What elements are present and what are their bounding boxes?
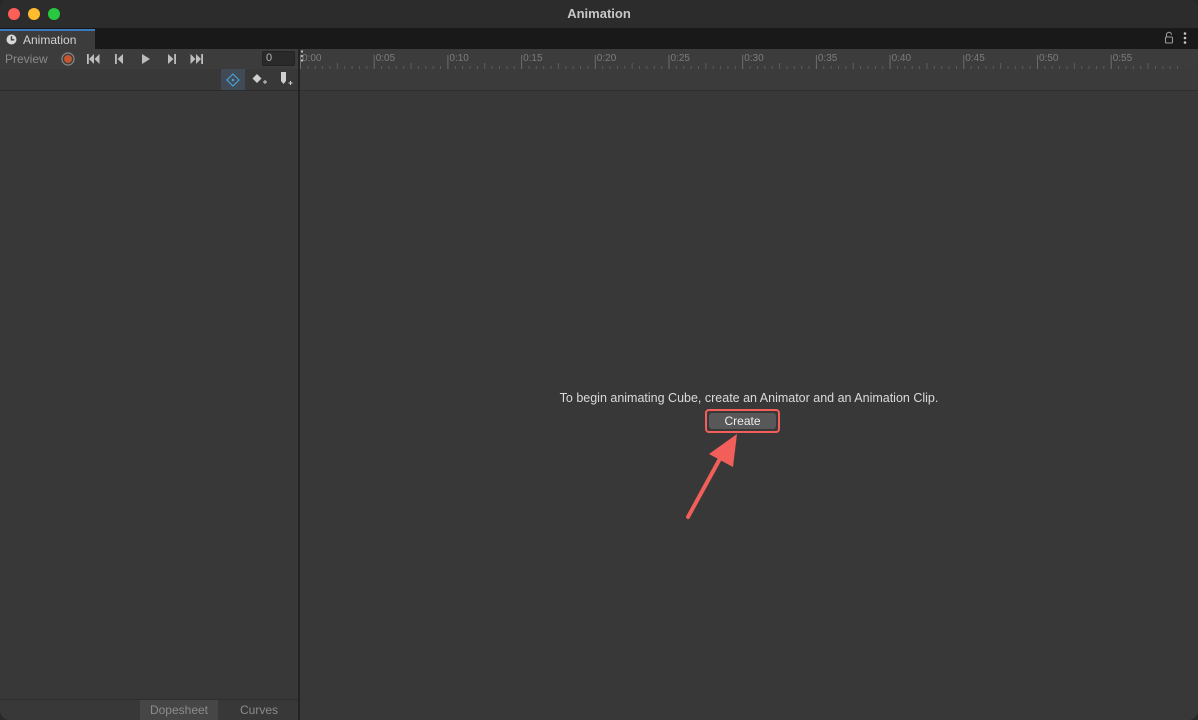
- last-keyframe-icon: [190, 54, 203, 64]
- title-bar: Animation: [0, 0, 1198, 28]
- tab-label: Animation: [23, 33, 77, 47]
- filter-by-selection-button[interactable]: [221, 69, 245, 90]
- record-icon: [61, 52, 75, 66]
- event-lane[interactable]: [300, 69, 1198, 91]
- add-event-button[interactable]: [274, 69, 298, 90]
- hierarchy-pane: Preview 0 Dopesheet Curves: [0, 49, 298, 720]
- ruler-tick-label: 0:35: [817, 53, 838, 64]
- ruler-tick-label: 0:00: [302, 53, 322, 64]
- lock-icon[interactable]: [1164, 31, 1174, 44]
- tab-bar: Animation: [0, 28, 1198, 49]
- ruler-tick-label: 0:20: [596, 53, 617, 64]
- window-title: Animation: [567, 6, 631, 21]
- add-keyframe-button[interactable]: [247, 69, 271, 90]
- ruler-tick-label: 0:15: [523, 53, 543, 64]
- time-ruler[interactable]: 0:00 0:05 0:10 0:15 0:20 0:25 0:30 0:35 0:40 0:45…: [300, 49, 1198, 69]
- timeline-pane: 0:00 0:05 0:10 0:15 0:20 0:25 0:30 0:35 0:40 0:45…: [300, 49, 1198, 720]
- next-keyframe-button[interactable]: [160, 50, 182, 68]
- view-mode-tabs: Dopesheet Curves: [0, 699, 298, 720]
- ruler-tick-label: 0:05: [375, 53, 396, 64]
- ruler-tick-label: 0:45: [965, 53, 985, 64]
- playback-toolbar: Preview 0: [0, 49, 298, 69]
- play-button[interactable]: [134, 50, 156, 68]
- callout-arrow: [686, 434, 737, 519]
- preview-toggle[interactable]: Preview: [5, 52, 48, 66]
- create-button[interactable]: Create: [709, 413, 776, 429]
- ruler-tick-label: 0:50: [1039, 53, 1059, 64]
- last-keyframe-button[interactable]: [186, 50, 208, 68]
- previous-keyframe-icon: [115, 54, 123, 64]
- record-button[interactable]: [57, 50, 79, 68]
- keyframe-toolbar: [0, 69, 298, 91]
- play-icon: [142, 54, 150, 64]
- kebab-menu-icon[interactable]: [1182, 31, 1188, 45]
- frame-input[interactable]: 0: [262, 51, 295, 66]
- previous-keyframe-button[interactable]: [108, 50, 130, 68]
- ruler-tick-label: 0:25: [670, 53, 690, 64]
- first-keyframe-icon: [87, 54, 100, 64]
- next-keyframe-icon: [168, 54, 176, 64]
- ruler-tick-label: 0:10: [449, 53, 469, 64]
- add-keyframe-icon: [252, 74, 267, 84]
- tab-animation[interactable]: Animation: [0, 29, 95, 49]
- filter-by-selection-icon: [226, 73, 240, 87]
- ruler-tick-label: 0:55: [1112, 53, 1133, 64]
- ruler-tick-label: 0:30: [744, 53, 764, 64]
- add-event-icon: [281, 72, 293, 85]
- tab-dopesheet[interactable]: Dopesheet: [140, 700, 218, 720]
- animation-window: Animation Animation Preview 0 Dopesheet …: [0, 0, 1198, 720]
- create-button-highlight: Create: [705, 409, 780, 433]
- empty-state-message: To begin animating Cube, create an Anima…: [559, 391, 939, 405]
- ruler-tick-label: 0:40: [891, 53, 912, 64]
- tab-curves[interactable]: Curves: [222, 700, 296, 720]
- first-keyframe-button[interactable]: [83, 50, 105, 68]
- clock-icon: [6, 34, 17, 45]
